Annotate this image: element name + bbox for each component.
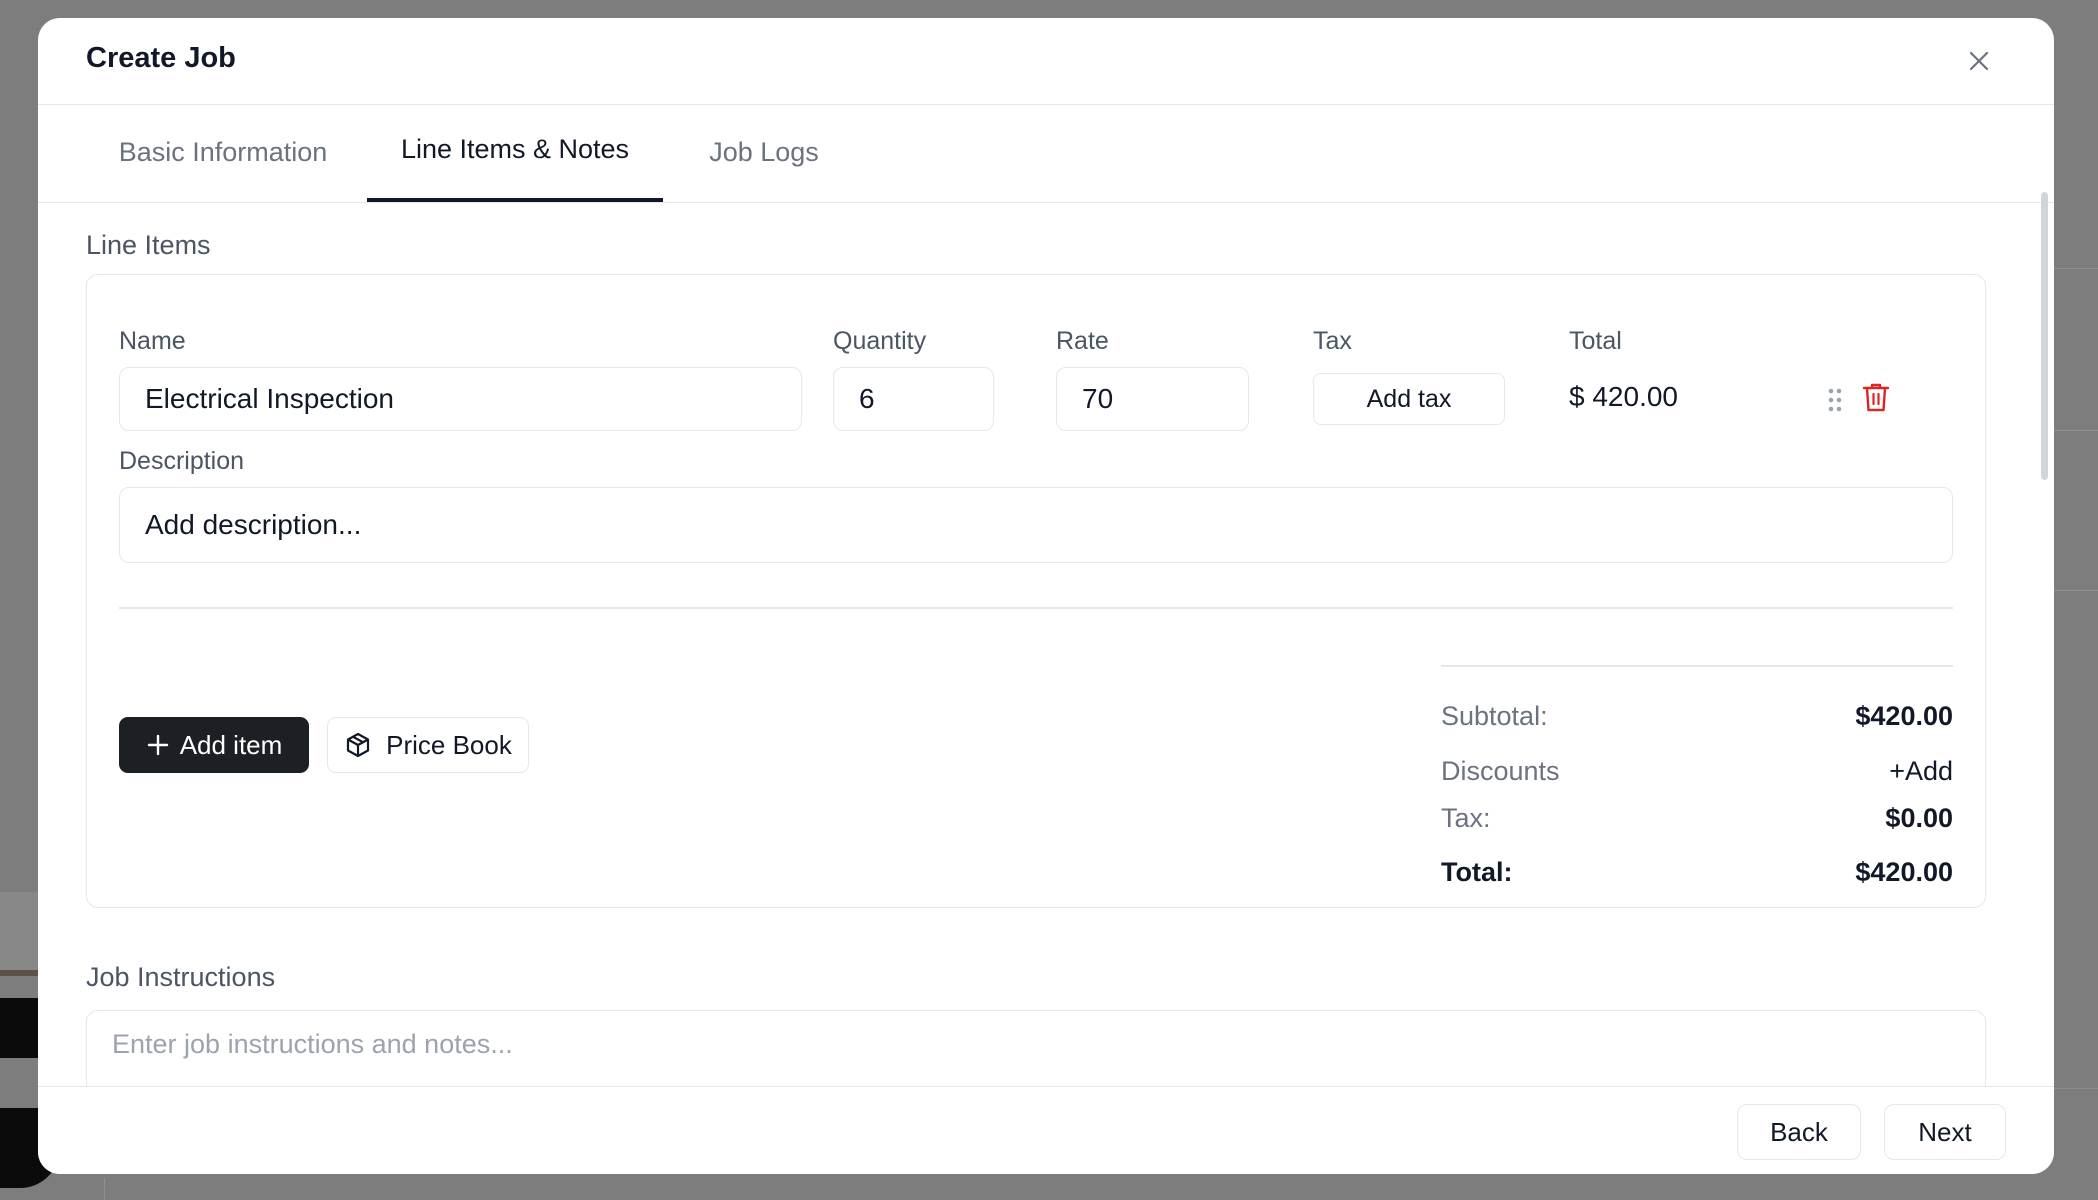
tax-value: $0.00	[1885, 803, 1953, 833]
drag-handle-icon[interactable]	[1827, 387, 1843, 418]
background-button	[0, 998, 38, 1058]
close-icon[interactable]	[1964, 46, 1994, 76]
name-column-label: Name	[119, 327, 186, 355]
next-button[interactable]: Next	[1884, 1104, 2006, 1160]
trash-icon[interactable]	[1861, 381, 1891, 418]
add-discount-link[interactable]: +Add	[1889, 756, 1953, 787]
background-divider	[104, 1178, 105, 1200]
line-items-card: Name Quantity Rate Tax Total Electrical …	[86, 274, 1986, 908]
modal-header: Create Job	[38, 18, 2054, 105]
summary-divider	[1441, 665, 1953, 667]
price-book-button[interactable]: Price Book	[327, 717, 529, 773]
plus-icon	[147, 734, 168, 756]
price-book-label: Price Book	[386, 729, 512, 760]
add-tax-button[interactable]: Add tax	[1313, 373, 1505, 425]
tab-basic-information[interactable]: Basic Information	[118, 104, 328, 200]
item-description-input[interactable]: Add description...	[119, 487, 1953, 563]
background-panel	[0, 892, 38, 974]
create-job-modal: Create Job Basic Information Line Items …	[38, 18, 2054, 1174]
scrollbar-thumb[interactable]	[2041, 192, 2048, 480]
subtotal-value: $420.00	[1855, 701, 1953, 731]
subtotal-label: Subtotal:	[1441, 701, 1548, 731]
background-bar	[0, 970, 38, 976]
rate-column-label: Rate	[1056, 327, 1109, 355]
tax-label: Tax:	[1441, 803, 1491, 833]
package-icon	[347, 732, 370, 758]
add-item-label: Add item	[179, 729, 283, 760]
item-divider	[119, 607, 1953, 609]
total-column-label: Total	[1569, 327, 1622, 355]
job-instructions-heading: Job Instructions	[86, 962, 276, 992]
modal-title: Create Job	[86, 42, 236, 74]
add-item-button[interactable]: Add item	[119, 717, 309, 773]
tax-column-label: Tax	[1313, 327, 1352, 355]
description-label: Description	[119, 447, 245, 475]
back-button[interactable]: Back	[1737, 1104, 1861, 1160]
item-name-input[interactable]: Electrical Inspection	[119, 367, 802, 431]
item-quantity-input[interactable]: 6	[833, 367, 994, 431]
item-total: $ 420.00	[1569, 381, 1678, 412]
total-label: Total:	[1441, 857, 1513, 887]
tab-line-items-notes[interactable]: Line Items & Notes	[367, 104, 663, 202]
line-items-heading: Line Items	[86, 230, 211, 260]
total-value: $420.00	[1855, 857, 1953, 887]
tab-bar: Basic Information Line Items & Notes Job…	[38, 104, 2054, 203]
quantity-column-label: Quantity	[833, 327, 927, 355]
tab-job-logs[interactable]: Job Logs	[694, 104, 834, 200]
modal-footer: Back Next	[38, 1086, 2054, 1174]
discounts-label: Discounts	[1441, 756, 1560, 786]
item-rate-input[interactable]: 70	[1056, 367, 1249, 431]
